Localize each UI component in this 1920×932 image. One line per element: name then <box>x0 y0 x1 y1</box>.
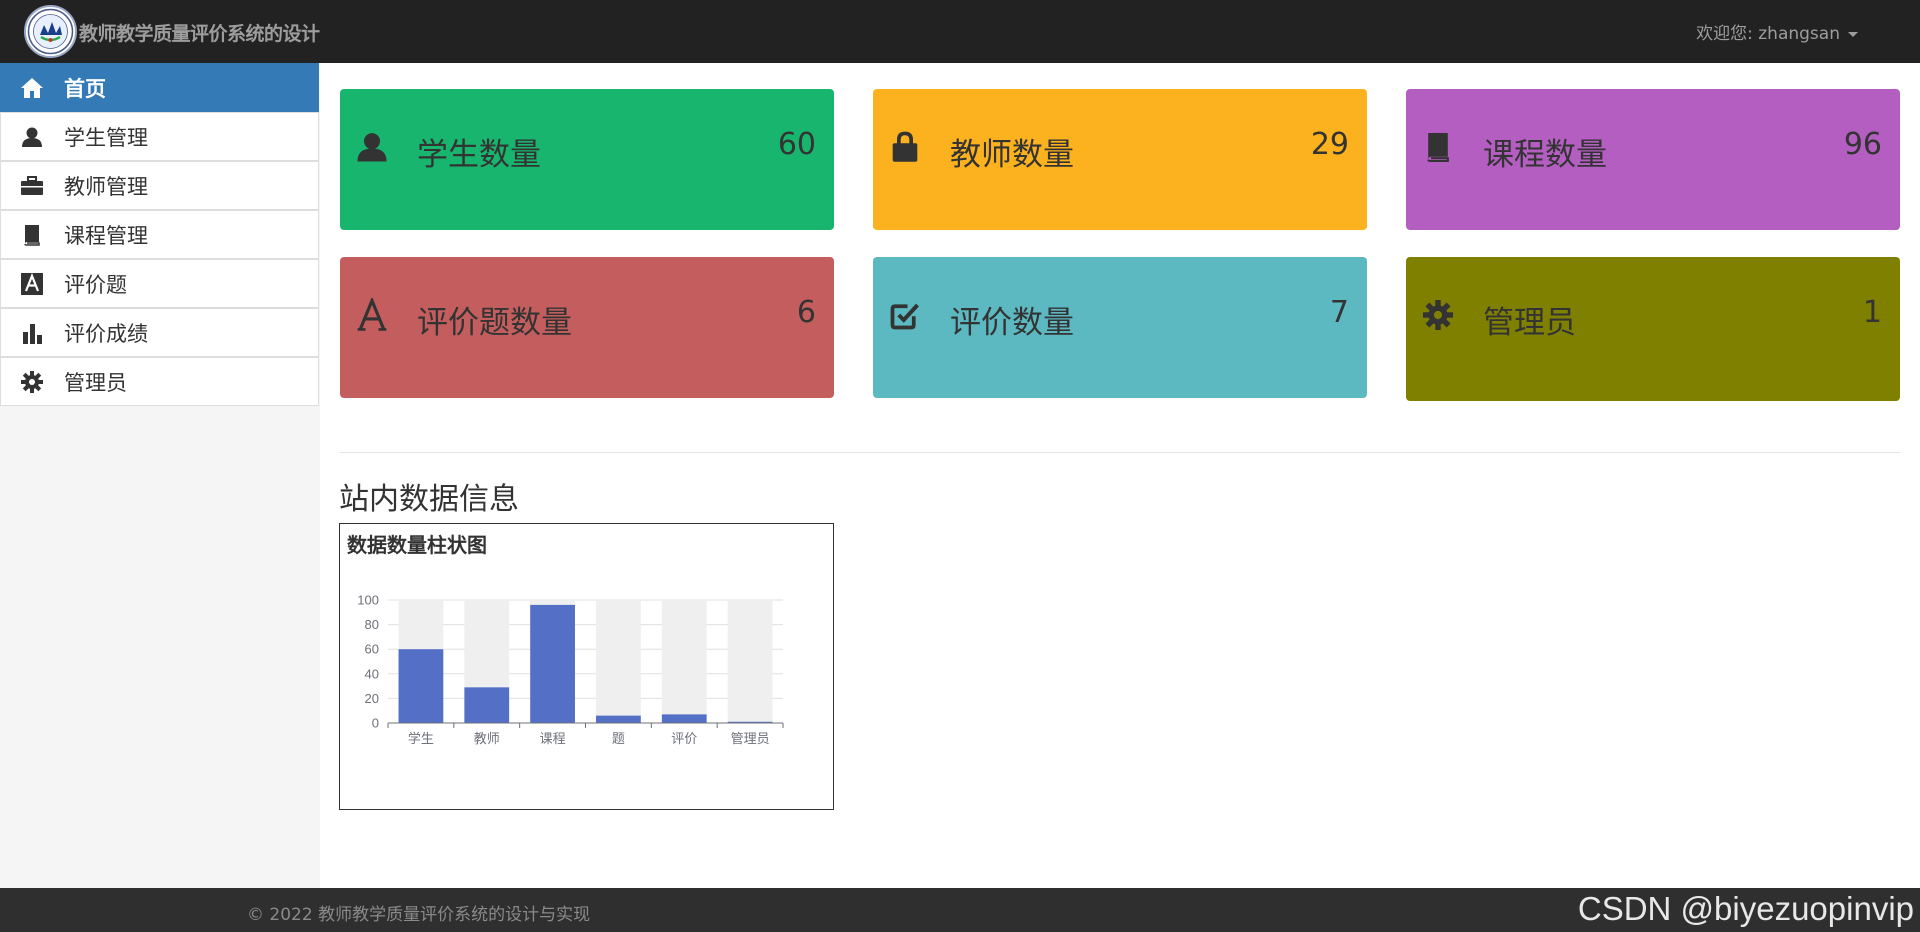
bar-background <box>661 600 707 723</box>
sidebar-item-students[interactable]: 学生管理 <box>0 112 319 161</box>
top-navbar: 教师教学质量评价系统的设计 欢迎您: zhangsan <box>0 0 1920 63</box>
sidebar-item-label: 评价题 <box>64 272 127 297</box>
card-value: 96 <box>1843 127 1882 162</box>
stat-card-students[interactable]: 学生数量 60 <box>340 89 834 230</box>
bar-background <box>596 600 641 723</box>
sidebar-item-questions[interactable]: 评价题 <box>0 259 319 308</box>
bar-background <box>727 600 773 723</box>
x-tick-label: 评价 <box>671 732 697 747</box>
sidebar: 首页 学生管理 教师管理 课程管理 评价题 评价成绩 管理员 <box>0 63 320 888</box>
user-menu[interactable]: 欢迎您: zhangsan <box>1696 19 1858 44</box>
x-tick-label: 题 <box>612 732 625 747</box>
y-tick-label: 40 <box>365 666 379 681</box>
font-icon <box>354 297 390 333</box>
copyright-text: © 2022 教师教学质量评价系统的设计与实现 <box>247 905 591 925</box>
bar <box>464 687 510 723</box>
gear-icon <box>1420 297 1456 333</box>
stats-icon <box>18 319 46 347</box>
lock-icon <box>887 129 923 165</box>
logo[interactable] <box>24 5 77 58</box>
card-label: 评价数量 <box>950 305 1074 341</box>
x-tick-label: 学生 <box>408 731 434 747</box>
sidebar-item-label: 课程管理 <box>64 223 148 248</box>
stat-card-teachers[interactable]: 教师数量 29 <box>873 89 1367 230</box>
home-icon <box>18 74 46 102</box>
bar <box>398 649 444 723</box>
sidebar-item-teachers[interactable]: 教师管理 <box>0 161 319 210</box>
y-tick-label: 100 <box>357 593 379 608</box>
sidebar-item-scores[interactable]: 评价成绩 <box>0 308 319 357</box>
sidebar-item-label: 学生管理 <box>64 125 148 150</box>
bar <box>661 714 707 723</box>
stat-card-evaluations[interactable]: 评价数量 7 <box>873 257 1367 398</box>
y-tick-label: 80 <box>365 617 379 632</box>
divider <box>340 452 1900 453</box>
sidebar-item-home[interactable]: 首页 <box>0 63 319 112</box>
card-value: 7 <box>1329 295 1349 330</box>
stat-card-questions[interactable]: 评价题数量 6 <box>340 257 834 398</box>
sidebar-item-courses[interactable]: 课程管理 <box>0 210 319 259</box>
app-title[interactable]: 教师教学质量评价系统的设计 <box>79 19 320 46</box>
card-value: 60 <box>777 127 816 162</box>
y-tick-label: 0 <box>372 716 379 731</box>
section-title: 站内数据信息 <box>339 482 519 517</box>
sidebar-item-label: 教师管理 <box>64 174 148 199</box>
sidebar-item-admins[interactable]: 管理员 <box>0 357 319 406</box>
watermark-text: CSDN @biyezuopinvip <box>1577 890 1914 927</box>
chart-title: 数据数量柱状图 <box>347 533 487 557</box>
y-tick-label: 20 <box>365 691 379 706</box>
stat-card-admins[interactable]: 管理员 1 <box>1406 257 1900 401</box>
card-label: 课程数量 <box>1483 137 1607 173</box>
card-label: 教师数量 <box>950 137 1074 173</box>
bar <box>530 604 575 723</box>
welcome-text: 欢迎您: zhangsan <box>1696 24 1840 44</box>
bar-chart-panel: 0 20 40 60 80 100 学生 教师 课程 题 评价 管理员 数据数量柱状图 <box>339 523 834 810</box>
card-label: 学生数量 <box>417 137 541 173</box>
user-icon <box>18 123 46 151</box>
book-icon <box>18 221 46 249</box>
footer: © 2022 教师教学质量评价系统的设计与实现 CSDN @biyezuopin… <box>0 888 1920 932</box>
card-value: 1 <box>1862 295 1882 330</box>
bar <box>596 715 641 723</box>
sidebar-item-label: 评价成绩 <box>64 321 148 346</box>
card-label: 管理员 <box>1483 305 1576 341</box>
caret-down-icon <box>1848 31 1858 37</box>
x-tick-label: 教师 <box>474 731 500 747</box>
user-icon <box>354 129 390 165</box>
card-label: 评价题数量 <box>417 305 572 341</box>
sidebar-item-label: 首页 <box>64 76 106 101</box>
stat-card-courses[interactable]: 课程数量 96 <box>1406 89 1900 230</box>
sidebar-item-label: 管理员 <box>64 370 127 395</box>
briefcase-icon <box>18 172 46 200</box>
card-value: 29 <box>1310 127 1349 162</box>
x-tick-label: 课程 <box>540 732 566 747</box>
bar-chart: 0 20 40 60 80 100 学生 教师 课程 题 评价 管理员 <box>357 593 784 747</box>
gear-icon <box>18 368 46 396</box>
font-icon <box>18 270 46 298</box>
check-icon <box>887 297 923 333</box>
book-icon <box>1420 129 1456 165</box>
x-tick-label: 管理员 <box>731 732 770 747</box>
card-value: 6 <box>796 295 816 330</box>
y-tick-label: 60 <box>365 642 379 657</box>
